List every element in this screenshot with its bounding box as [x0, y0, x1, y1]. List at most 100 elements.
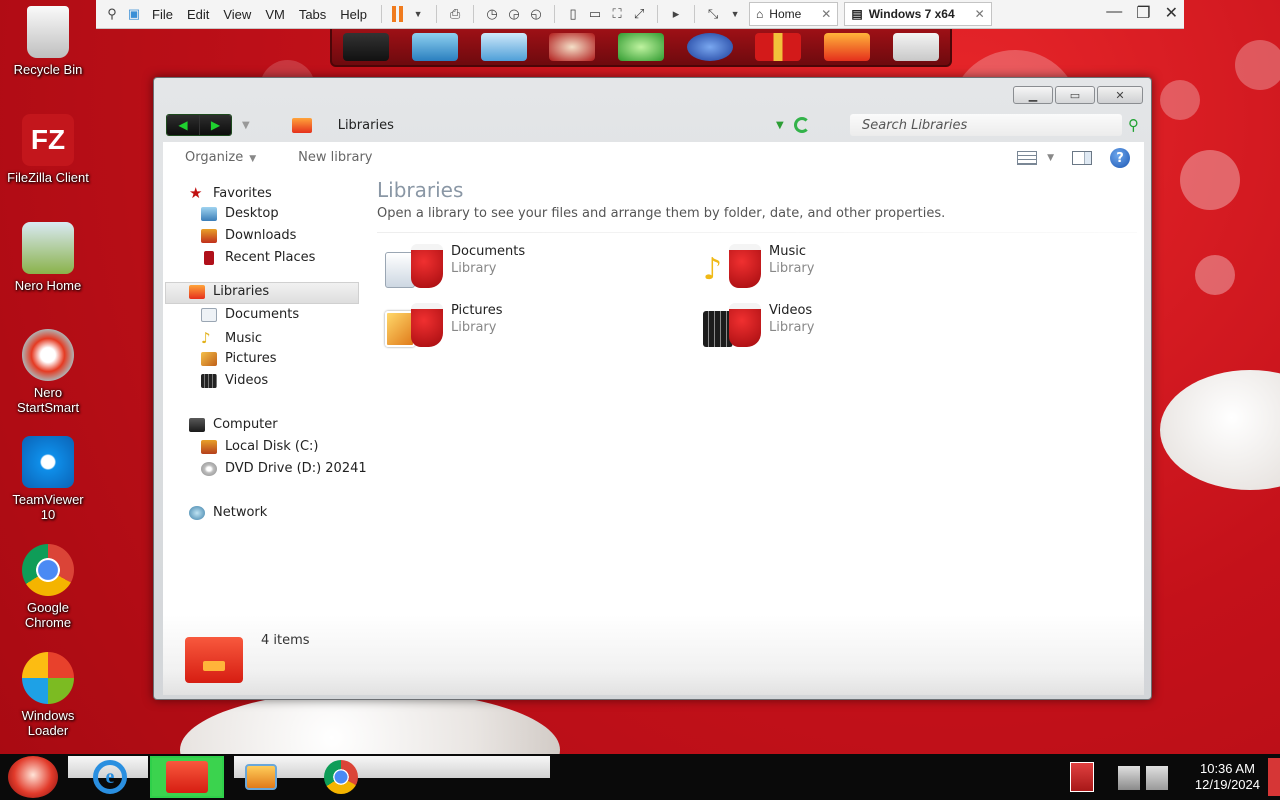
- taskbar-media-player[interactable]: [238, 756, 284, 798]
- address-dropdown-icon[interactable]: ▼: [776, 120, 784, 131]
- nav-local-disk[interactable]: Local Disk (C:): [201, 439, 318, 454]
- nav-favorites[interactable]: ★ Favorites: [189, 184, 272, 202]
- close-icon[interactable]: ✕: [975, 7, 985, 21]
- nav-network[interactable]: Network: [189, 505, 267, 520]
- network-tray-icon[interactable]: [1118, 766, 1140, 790]
- dock-help-icon[interactable]: [686, 33, 733, 61]
- sidebar-toggle-icon[interactable]: ▯: [565, 6, 581, 22]
- dock-santa-icon[interactable]: [549, 33, 596, 61]
- pin-icon[interactable]: ⚲: [104, 6, 120, 22]
- library-videos[interactable]: Videos Library: [703, 303, 814, 349]
- tab-home[interactable]: ⌂ Home ✕: [749, 2, 839, 26]
- snapshot-icon[interactable]: ◷: [484, 6, 500, 22]
- nav-videos[interactable]: Videos: [201, 373, 268, 388]
- nav-label: Libraries: [213, 284, 270, 299]
- organize-button[interactable]: Organize ▼: [185, 150, 256, 165]
- console-icon[interactable]: ▸: [668, 6, 684, 22]
- forward-button[interactable]: ▶: [199, 115, 231, 135]
- recent-pages-chevron-icon[interactable]: ▼: [242, 120, 250, 131]
- content-header: Libraries Open a library to see your fil…: [377, 178, 945, 221]
- star-icon: ★: [189, 184, 203, 202]
- nav-pictures[interactable]: Pictures: [201, 351, 276, 366]
- recent-places-icon: [204, 250, 214, 265]
- revert-snapshot-icon[interactable]: ◶: [506, 6, 522, 22]
- taskbar-chrome[interactable]: [318, 756, 364, 798]
- maximize-button[interactable]: ▭: [1055, 86, 1095, 104]
- library-pictures[interactable]: Pictures Library: [385, 303, 502, 349]
- library-documents[interactable]: Documents Library: [385, 244, 525, 290]
- change-view-button[interactable]: ▼: [1017, 151, 1054, 165]
- search-input[interactable]: Search Libraries: [850, 114, 1122, 136]
- close-icon[interactable]: ✕: [821, 7, 831, 21]
- nav-computer[interactable]: Computer: [189, 417, 278, 432]
- send-keys-icon[interactable]: ⎙: [447, 6, 463, 22]
- menu-edit[interactable]: Edit: [183, 7, 213, 22]
- dock-trash-icon[interactable]: [892, 33, 939, 61]
- page-subtitle: Open a library to see your files and arr…: [377, 206, 946, 221]
- chevron-down-icon[interactable]: ▼: [410, 6, 426, 22]
- start-button[interactable]: [8, 756, 58, 798]
- nav-desktop[interactable]: Desktop: [201, 206, 279, 221]
- command-bar: Organize ▼ New library: [163, 142, 1144, 172]
- search-icon[interactable]: ⚲: [1128, 116, 1139, 134]
- library-music[interactable]: ♪ Music Library: [703, 244, 814, 290]
- nav-libraries[interactable]: Libraries: [189, 284, 269, 299]
- new-library-button[interactable]: New library: [298, 150, 372, 165]
- volume-tray-icon[interactable]: [1146, 766, 1168, 790]
- unity-icon[interactable]: ⤢: [631, 6, 647, 22]
- nav-music[interactable]: ♪ Music: [201, 329, 262, 347]
- tray-flag-icon[interactable]: [1070, 762, 1094, 792]
- desktop-icon-recycle-bin[interactable]: Recycle Bin: [2, 6, 94, 77]
- desktop-icon-nero-home[interactable]: Nero Home: [2, 222, 94, 293]
- page-title: Libraries: [377, 178, 464, 202]
- taskbar-explorer[interactable]: [150, 756, 224, 798]
- explorer-content: Organize ▼ New library ▼ ? ★ Favorites De…: [163, 142, 1144, 695]
- pause-icon[interactable]: [392, 6, 404, 22]
- nav-dvd-drive[interactable]: DVD Drive (D:) 20241: [201, 461, 367, 476]
- stretch-icon[interactable]: ⤡: [705, 6, 721, 22]
- help-icon[interactable]: ?: [1110, 148, 1130, 168]
- close-icon[interactable]: ✕: [1165, 3, 1178, 23]
- minimize-icon[interactable]: —: [1106, 3, 1122, 23]
- dock-computer-icon[interactable]: [343, 33, 390, 61]
- taskbar-internet-explorer[interactable]: e: [86, 756, 134, 798]
- menu-view[interactable]: View: [219, 7, 255, 22]
- snapshot-manager-icon[interactable]: ◵: [528, 6, 544, 22]
- show-desktop-button[interactable]: [1268, 758, 1280, 796]
- desktop-icon-windows-loader[interactable]: Windows Loader: [2, 652, 94, 738]
- dock-gift-icon[interactable]: [755, 33, 802, 61]
- nav-downloads[interactable]: Downloads: [201, 228, 296, 243]
- desktop-icon-teamviewer[interactable]: TeamViewer 10: [2, 436, 94, 522]
- address-row: ◀ ▶ ▼ Libraries ▼ Search Libraries ⚲: [166, 113, 1141, 137]
- hard-drive-icon: [201, 439, 217, 454]
- dock-folder-icon[interactable]: [823, 33, 870, 61]
- tab-windows7[interactable]: ▤ Windows 7 x64 ✕: [844, 2, 992, 26]
- address-breadcrumb[interactable]: Libraries: [338, 118, 394, 133]
- desktop-icon-nero-startsmart[interactable]: Nero StartSmart: [2, 329, 94, 415]
- toolbar-divider: [381, 5, 383, 23]
- nav-documents[interactable]: Documents: [201, 307, 299, 322]
- nav-recent-places[interactable]: Recent Places: [201, 250, 315, 265]
- maximize-icon: ▭: [1069, 88, 1081, 102]
- videos-icon: [201, 373, 217, 388]
- menu-file[interactable]: File: [148, 7, 177, 22]
- thumbnail-bar-icon[interactable]: ▭: [587, 6, 603, 22]
- desktop-icon-chrome[interactable]: Google Chrome: [2, 544, 94, 630]
- menu-vm[interactable]: VM: [261, 7, 289, 22]
- chevron-down-icon[interactable]: ▼: [727, 6, 743, 22]
- refresh-icon[interactable]: [793, 117, 810, 133]
- menu-help[interactable]: Help: [336, 7, 371, 22]
- restore-icon[interactable]: ❐: [1136, 3, 1150, 23]
- dock-check-icon[interactable]: [617, 33, 664, 61]
- minimize-button[interactable]: ▁: [1013, 86, 1053, 104]
- dock-monitor-icon[interactable]: [411, 33, 458, 61]
- back-button[interactable]: ◀: [167, 115, 199, 135]
- pictures-icon: [201, 351, 217, 366]
- dock-screen-icon[interactable]: [480, 33, 527, 61]
- fullscreen-icon[interactable]: ⛶: [609, 6, 625, 22]
- taskbar-clock[interactable]: 10:36 AM 12/19/2024: [1195, 761, 1260, 793]
- desktop-icon-filezilla[interactable]: FZ FileZilla Client: [2, 114, 94, 185]
- close-button[interactable]: ✕: [1097, 86, 1143, 104]
- menu-tabs[interactable]: Tabs: [295, 7, 330, 22]
- preview-pane-icon[interactable]: [1072, 151, 1092, 165]
